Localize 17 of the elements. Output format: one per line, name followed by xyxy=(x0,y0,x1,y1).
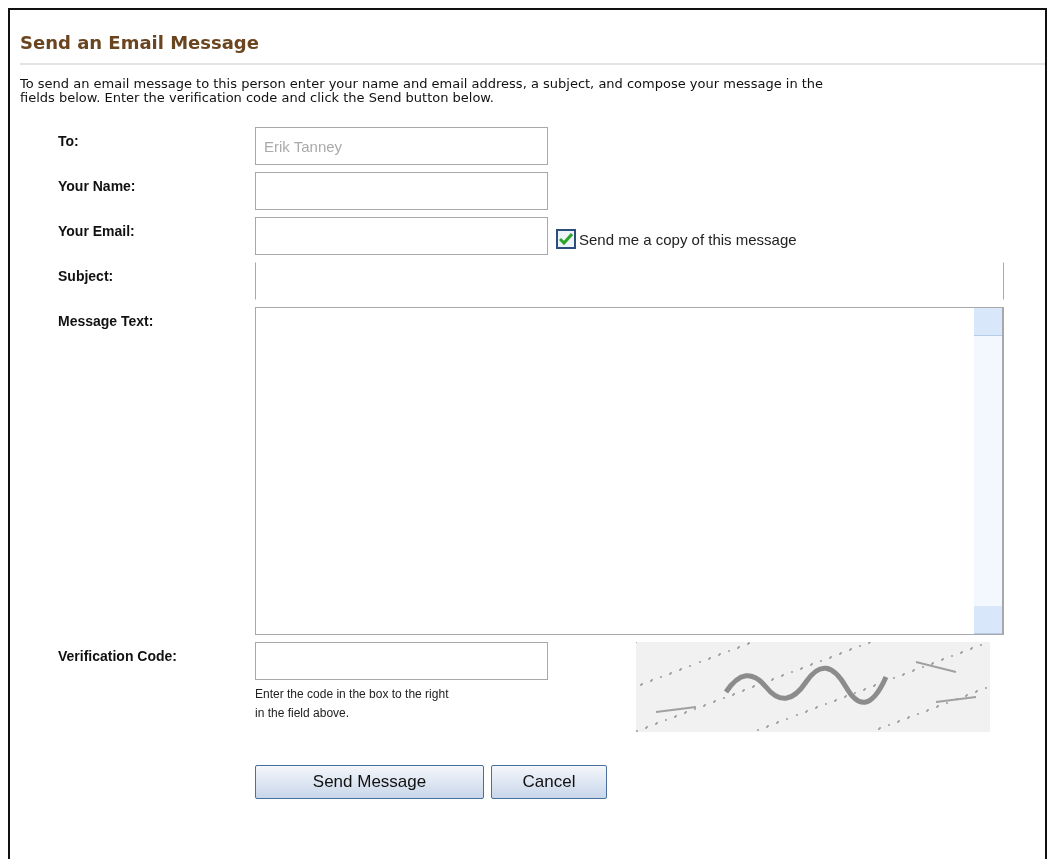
field-label: Verification Code: xyxy=(58,647,179,666)
scrollbar[interactable] xyxy=(974,308,1002,634)
send-button[interactable]: Send Message xyxy=(255,765,484,799)
cancel-button[interactable]: Cancel xyxy=(491,765,607,799)
field-label: Message Text: xyxy=(58,312,155,331)
field-label: Subject: xyxy=(58,267,115,286)
field-label: Your Name: xyxy=(58,177,137,196)
page-title: Send an Email Message xyxy=(20,32,1045,65)
field-hint: Enter the code in the box to the right in the field above. xyxy=(255,686,450,722)
intro-text: To send an email message to this person enter your name and email address, a subject, and compose your message in the fields below. Enter the verification code and click the Send button below. xyxy=(20,77,825,105)
field-label: To: xyxy=(58,132,80,151)
text-field[interactable] xyxy=(255,217,548,255)
checkbox-label: Send me a copy of this message xyxy=(579,230,797,248)
checkbox[interactable] xyxy=(556,229,576,249)
verification-field[interactable] xyxy=(255,642,548,680)
text-field[interactable] xyxy=(255,172,548,210)
field-label: Your Email: xyxy=(58,222,136,241)
